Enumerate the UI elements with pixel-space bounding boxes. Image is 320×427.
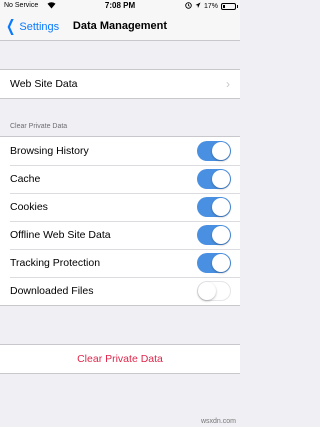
- watermark: wsxdn.com: [200, 418, 236, 425]
- setting-row-cookies: Cookies: [0, 193, 240, 221]
- setting-row-cache: Cache: [0, 165, 240, 193]
- battery-percent: 17%: [203, 3, 218, 10]
- setting-row-downloaded-files: Downloaded Files: [0, 277, 240, 305]
- status-bar: No Service 7:08 PM 17%: [0, 0, 240, 12]
- setting-row-offline-web-site-data: Offline Web Site Data: [0, 221, 240, 249]
- section-header: Clear Private Data: [10, 123, 68, 130]
- page-title: Data Management: [72, 20, 168, 32]
- clear-button-group: Clear Private Data: [0, 344, 240, 374]
- setting-row-browsing-history: Browsing History: [0, 137, 240, 165]
- location-icon: [195, 2, 201, 11]
- setting-label: Downloaded Files: [10, 285, 94, 297]
- website-data-group: Web Site Data ›: [0, 69, 240, 99]
- setting-label: Offline Web Site Data: [10, 229, 111, 241]
- cookies-toggle[interactable]: [197, 197, 231, 217]
- web-site-data-label: Web Site Data: [10, 78, 78, 90]
- chevron-right-icon: ›: [226, 77, 230, 91]
- tracking-protection-toggle[interactable]: [197, 253, 231, 273]
- setting-label: Cache: [10, 173, 41, 185]
- clear-private-data-button[interactable]: Clear Private Data: [0, 345, 240, 373]
- toggle-knob: [212, 170, 230, 188]
- toggle-knob: [212, 198, 230, 216]
- cache-toggle[interactable]: [197, 169, 231, 189]
- setting-label: Cookies: [10, 201, 48, 213]
- battery-icon: [221, 3, 238, 10]
- toggle-knob: [212, 142, 230, 160]
- alarm-icon: [185, 2, 192, 11]
- navigation-bar: ❮ Settings Data Management: [0, 12, 240, 41]
- setting-row-tracking-protection: Tracking Protection: [0, 249, 240, 277]
- offline-web-site-data-toggle[interactable]: [197, 225, 231, 245]
- browsing-history-toggle[interactable]: [197, 141, 231, 161]
- toggle-knob: [212, 254, 230, 272]
- setting-label: Tracking Protection: [10, 257, 101, 269]
- setting-label: Browsing History: [10, 145, 89, 157]
- web-site-data-row[interactable]: Web Site Data ›: [0, 70, 240, 98]
- downloaded-files-toggle[interactable]: [197, 281, 231, 301]
- clear-private-data-group: Browsing History Cache Cookies Offline W…: [0, 136, 240, 306]
- toggle-knob: [198, 282, 216, 300]
- toggle-knob: [212, 226, 230, 244]
